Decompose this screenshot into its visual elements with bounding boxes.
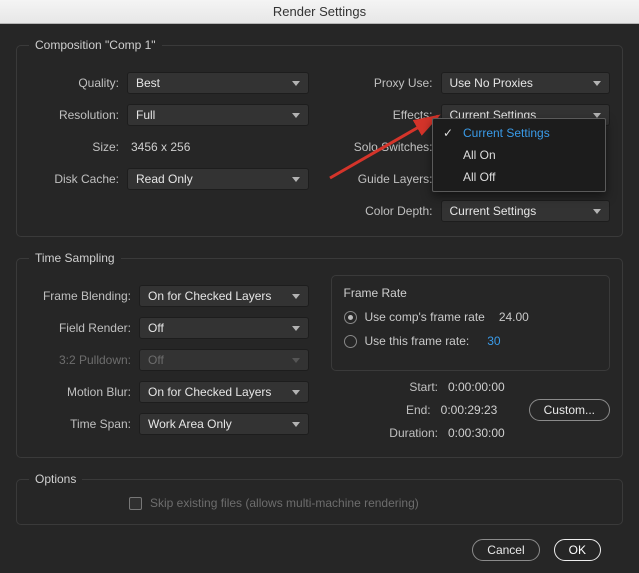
- time-span-select[interactable]: Work Area Only: [139, 413, 309, 435]
- duration-label: Duration:: [389, 426, 438, 440]
- frame-rate-legend: Frame Rate: [344, 286, 598, 300]
- chevron-down-icon: [292, 326, 300, 331]
- use-comp-label: Use comp's frame rate: [365, 310, 485, 324]
- custom-button[interactable]: Custom...: [529, 399, 610, 421]
- use-this-label: Use this frame rate:: [365, 334, 470, 348]
- start-label: Start:: [409, 380, 438, 394]
- effects-dropdown[interactable]: ✓ Current Settings All On All Off: [432, 118, 606, 192]
- motion-blur-select[interactable]: On for Checked Layers: [139, 381, 309, 403]
- disk-cache-label: Disk Cache:: [29, 172, 127, 186]
- chevron-down-icon: [292, 81, 300, 86]
- time-metrics: Start: 0:00:00:00 End: 0:00:29:23 Custom…: [331, 377, 611, 443]
- pulldown-select: Off: [139, 349, 309, 371]
- quality-select[interactable]: Best: [127, 72, 309, 94]
- end-value: 0:00:29:23: [441, 403, 519, 417]
- chevron-down-icon: [593, 81, 601, 86]
- pulldown-label: 3:2 Pulldown:: [29, 353, 139, 367]
- frame-blending-value: On for Checked Layers: [148, 289, 271, 303]
- size-label: Size:: [29, 140, 127, 154]
- field-render-select[interactable]: Off: [139, 317, 309, 339]
- disk-cache-value: Read Only: [136, 172, 193, 186]
- window-title: Render Settings: [273, 4, 366, 19]
- chevron-down-icon: [292, 390, 300, 395]
- resolution-label: Resolution:: [29, 108, 127, 122]
- chevron-down-icon: [593, 113, 601, 118]
- motion-blur-label: Motion Blur:: [29, 385, 139, 399]
- proxy-use-label: Proxy Use:: [331, 76, 441, 90]
- pulldown-value: Off: [148, 353, 164, 367]
- chevron-down-icon: [292, 113, 300, 118]
- end-label: End:: [406, 403, 431, 417]
- color-depth-select[interactable]: Current Settings: [441, 200, 611, 222]
- time-sampling-legend: Time Sampling: [29, 251, 121, 265]
- use-this-value[interactable]: 30: [487, 334, 500, 348]
- color-depth-label: Color Depth:: [331, 204, 441, 218]
- guide-layers-label: Guide Layers:: [331, 172, 441, 186]
- effects-option-current[interactable]: ✓ Current Settings: [433, 122, 605, 144]
- duration-value: 0:00:30:00: [448, 426, 526, 440]
- skip-existing-label: Skip existing files (allows multi-machin…: [150, 496, 419, 510]
- effects-option-label: All On: [463, 148, 496, 162]
- resolution-select[interactable]: Full: [127, 104, 309, 126]
- resolution-value: Full: [136, 108, 155, 122]
- window-titlebar: Render Settings: [0, 0, 639, 24]
- proxy-use-value: Use No Proxies: [450, 76, 533, 90]
- time-span-label: Time Span:: [29, 417, 139, 431]
- checkmark-icon: ✓: [443, 126, 457, 140]
- field-render-label: Field Render:: [29, 321, 139, 335]
- quality-label: Quality:: [29, 76, 127, 90]
- time-sampling-group: Time Sampling Frame Blending: On for Che…: [16, 251, 623, 458]
- effects-option-all-on[interactable]: All On: [433, 144, 605, 166]
- options-group: Options Skip existing files (allows mult…: [16, 472, 623, 525]
- color-depth-value: Current Settings: [450, 204, 537, 218]
- chevron-down-icon: [292, 358, 300, 363]
- chevron-down-icon: [292, 294, 300, 299]
- frame-blending-select[interactable]: On for Checked Layers: [139, 285, 309, 307]
- disk-cache-select[interactable]: Read Only: [127, 168, 309, 190]
- quality-value: Best: [136, 76, 160, 90]
- effects-option-label: All Off: [463, 170, 495, 184]
- chevron-down-icon: [593, 209, 601, 214]
- motion-blur-value: On for Checked Layers: [148, 385, 271, 399]
- time-span-value: Work Area Only: [148, 417, 232, 431]
- effects-option-all-off[interactable]: All Off: [433, 166, 605, 188]
- size-value: 3456 x 256: [127, 140, 309, 154]
- ok-button[interactable]: OK: [554, 539, 601, 561]
- radio-unselected-icon: [344, 335, 357, 348]
- frame-rate-box: Frame Rate Use comp's frame rate 24.00 U…: [331, 275, 611, 371]
- start-value: 0:00:00:00: [448, 380, 526, 394]
- use-this-frame-rate[interactable]: Use this frame rate: 30: [344, 334, 598, 348]
- composition-legend: Composition "Comp 1": [29, 38, 162, 52]
- frame-blending-label: Frame Blending:: [29, 289, 139, 303]
- solo-switches-label: Solo Switches:: [331, 140, 441, 154]
- chevron-down-icon: [292, 177, 300, 182]
- effects-option-label: Current Settings: [463, 126, 550, 140]
- radio-selected-icon: [344, 311, 357, 324]
- field-render-value: Off: [148, 321, 164, 335]
- cancel-button[interactable]: Cancel: [472, 539, 539, 561]
- checkbox-icon: [129, 497, 142, 510]
- proxy-use-select[interactable]: Use No Proxies: [441, 72, 611, 94]
- chevron-down-icon: [292, 422, 300, 427]
- use-comp-frame-rate[interactable]: Use comp's frame rate 24.00: [344, 310, 598, 324]
- options-legend: Options: [29, 472, 82, 486]
- use-comp-value: 24.00: [499, 310, 529, 324]
- effects-label: Effects:: [331, 108, 441, 122]
